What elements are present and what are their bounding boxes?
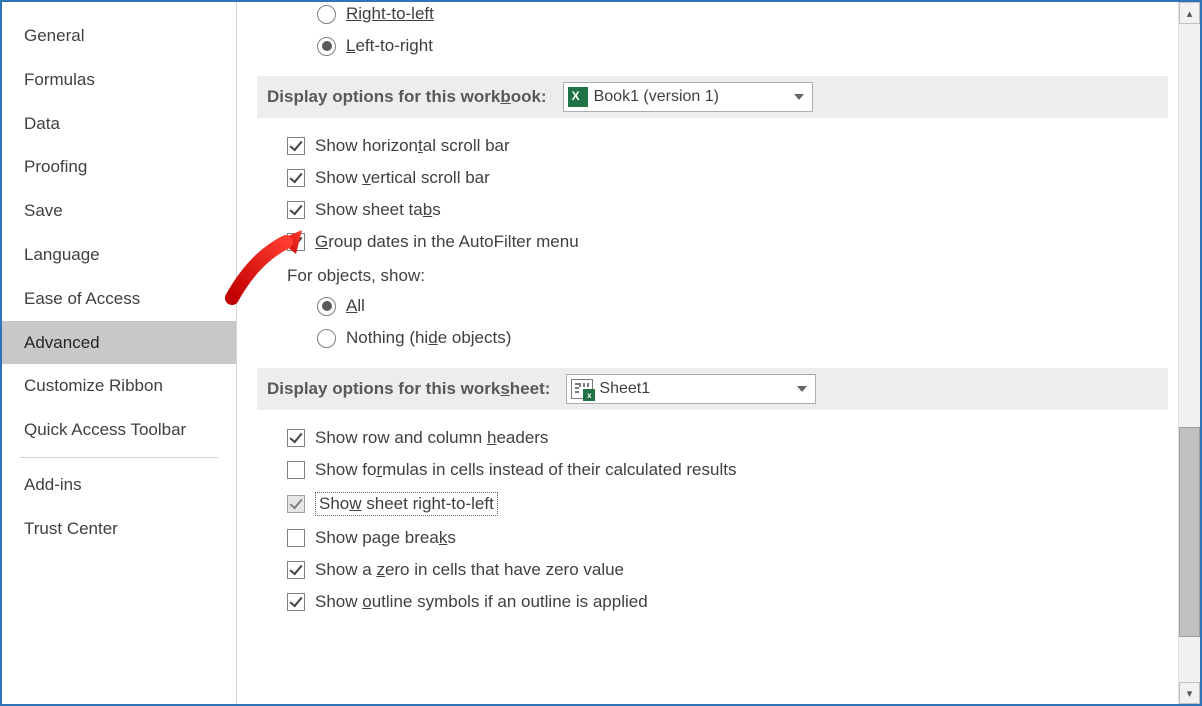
sidebar-item-save[interactable]: Save	[2, 189, 236, 233]
options-main-panel: Right-to-left Left-to-right Display opti…	[237, 2, 1200, 704]
excel-icon	[568, 87, 588, 107]
label-sheet-tabs: Show sheet tabs	[315, 200, 441, 220]
radio-left-to-right[interactable]	[317, 37, 336, 56]
checkbox-row-col-headers[interactable]	[287, 429, 305, 447]
sidebar-divider	[20, 457, 218, 458]
sidebar-item-quick-access[interactable]: Quick Access Toolbar	[2, 408, 236, 452]
checkbox-sheet-tabs[interactable]	[287, 201, 305, 219]
radio-right-to-left[interactable]	[317, 5, 336, 24]
sidebar-item-advanced[interactable]: Advanced	[2, 321, 236, 365]
label-horizontal-scroll: Show horizontal scroll bar	[315, 136, 510, 156]
options-sidebar: General Formulas Data Proofing Save Lang…	[2, 2, 237, 704]
sidebar-item-formulas[interactable]: Formulas	[2, 58, 236, 102]
label-page-breaks: Show page breaks	[315, 528, 456, 548]
label-vertical-scroll: Show vertical scroll bar	[315, 168, 490, 188]
scroll-thumb[interactable]	[1179, 427, 1200, 637]
scroll-down-button[interactable]: ▾	[1179, 682, 1200, 704]
checkbox-sheet-rtl[interactable]	[287, 495, 305, 513]
sidebar-item-trust-center[interactable]: Trust Center	[2, 507, 236, 551]
radio-objects-nothing[interactable]	[317, 329, 336, 348]
label-sheet-rtl: Show sheet right-to-left	[315, 492, 498, 516]
chevron-down-icon	[797, 386, 807, 392]
checkbox-page-breaks[interactable]	[287, 529, 305, 547]
label-row-col-headers: Show row and column headers	[315, 428, 548, 448]
vertical-scrollbar[interactable]: ▴ ▾	[1178, 2, 1200, 704]
checkbox-zero-values[interactable]	[287, 561, 305, 579]
label-objects-nothing: Nothing (hide objects)	[346, 328, 511, 348]
label-left-to-right: Left-to-right	[346, 36, 433, 56]
checkbox-vertical-scroll[interactable]	[287, 169, 305, 187]
label-zero-values: Show a zero in cells that have zero valu…	[315, 560, 624, 580]
section-title-workbook: Display options for this workbook:	[267, 87, 547, 107]
section-workbook-display: Display options for this workbook: Book1…	[257, 76, 1168, 118]
section-worksheet-display: Display options for this worksheet: x Sh…	[257, 368, 1168, 410]
workbook-dropdown[interactable]: Book1 (version 1)	[563, 82, 813, 112]
label-outline-symbols: Show outline symbols if an outline is ap…	[315, 592, 648, 612]
checkbox-show-formulas[interactable]	[287, 461, 305, 479]
label-show-formulas: Show formulas in cells instead of their …	[315, 460, 736, 480]
sidebar-item-language[interactable]: Language	[2, 233, 236, 277]
sidebar-item-ease-of-access[interactable]: Ease of Access	[2, 277, 236, 321]
chevron-down-icon	[794, 94, 804, 100]
checkbox-outline-symbols[interactable]	[287, 593, 305, 611]
workbook-dropdown-value: Book1 (version 1)	[594, 88, 788, 106]
checkbox-group-dates[interactable]	[287, 233, 305, 251]
sidebar-item-customize-ribbon[interactable]: Customize Ribbon	[2, 364, 236, 408]
sheet-icon: x	[571, 379, 593, 399]
label-right-to-left: Right-to-left	[346, 4, 434, 24]
label-group-dates: Group dates in the AutoFilter menu	[315, 232, 579, 252]
section-title-worksheet: Display options for this worksheet:	[267, 379, 550, 399]
scroll-up-button[interactable]: ▴	[1179, 2, 1200, 24]
worksheet-dropdown[interactable]: x Sheet1	[566, 374, 816, 404]
sidebar-item-general[interactable]: General	[2, 14, 236, 58]
sidebar-item-data[interactable]: Data	[2, 102, 236, 146]
checkbox-horizontal-scroll[interactable]	[287, 137, 305, 155]
sidebar-item-proofing[interactable]: Proofing	[2, 145, 236, 189]
label-for-objects: For objects, show:	[257, 258, 1168, 290]
sidebar-item-add-ins[interactable]: Add-ins	[2, 463, 236, 507]
label-objects-all: All	[346, 296, 365, 316]
radio-objects-all[interactable]	[317, 297, 336, 316]
worksheet-dropdown-value: Sheet1	[599, 380, 791, 398]
